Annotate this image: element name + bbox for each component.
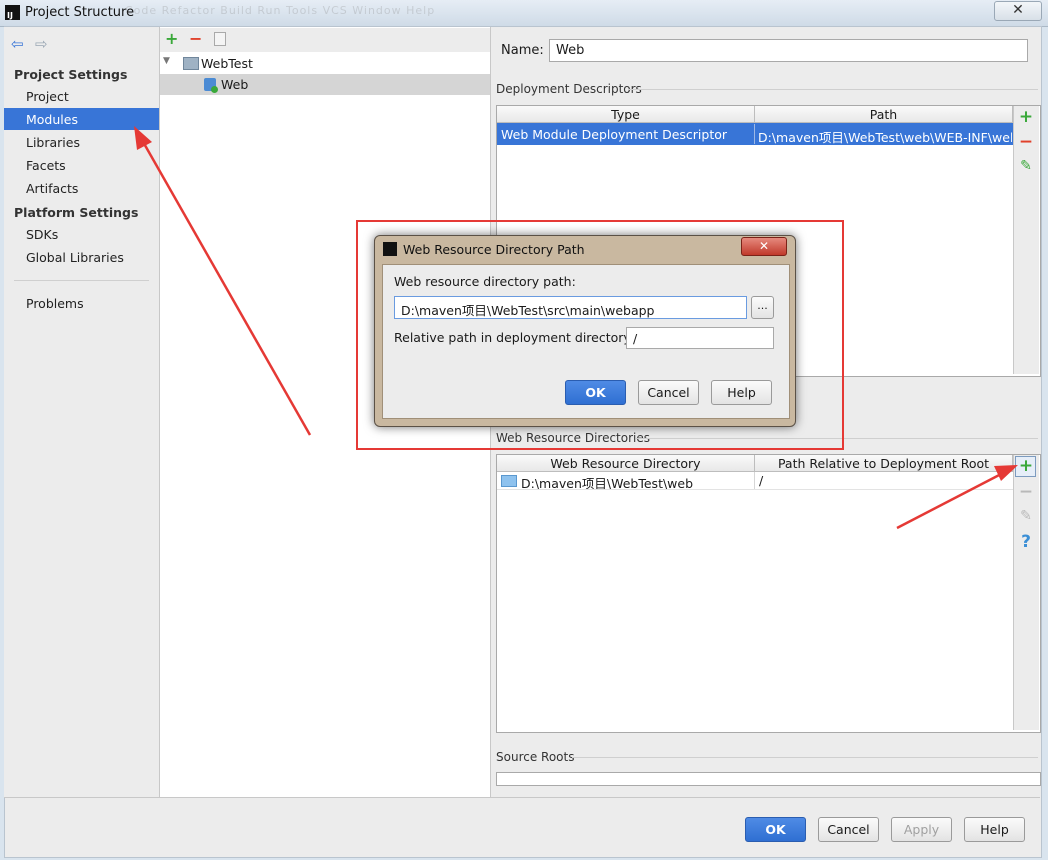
arrow-to-modules — [134, 126, 312, 436]
annotation-arrows — [134, 126, 1018, 530]
arrow-to-add-button — [896, 465, 1018, 530]
